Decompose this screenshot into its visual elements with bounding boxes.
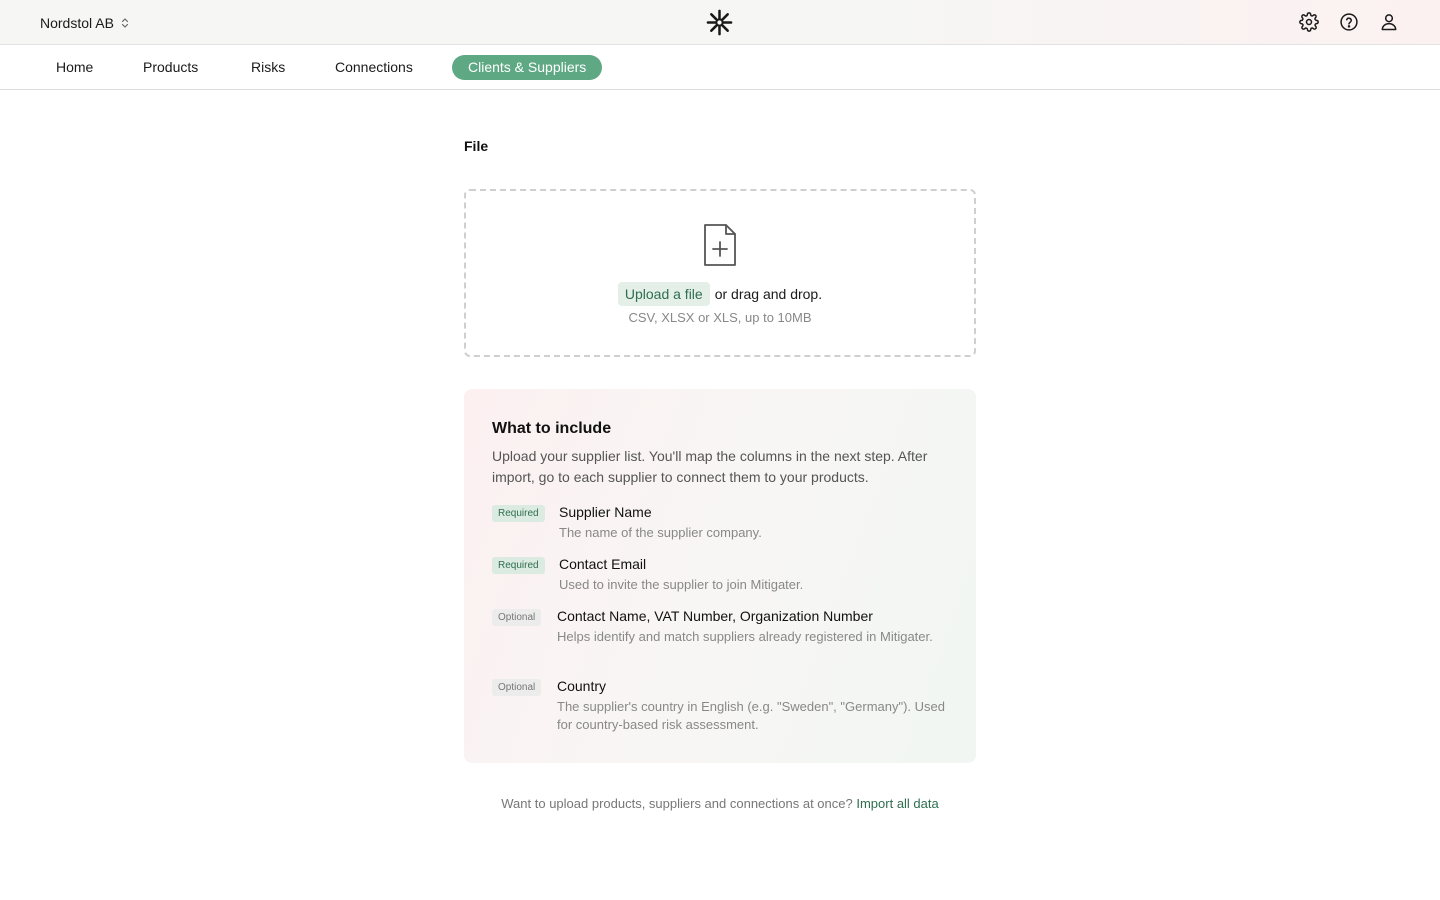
file-plus-icon [704,224,736,266]
drag-drop-text: or drag and drop. [714,286,823,302]
field-description: The name of the supplier company. [559,525,762,540]
upload-row: Upload a file or drag and drop. [466,282,974,306]
user-icon [1381,14,1397,31]
top-bar: Nordstol AB [0,0,1440,45]
org-switcher[interactable]: Nordstol AB [40,12,130,34]
tab-home[interactable]: Home [40,55,109,80]
help-icon [1340,13,1358,31]
file-dropzone[interactable]: Upload a file or drag and drop. CSV, XLS… [464,189,976,357]
optional-badge: Optional [492,609,542,626]
field-name: Contact Name, VAT Number, Organization N… [557,608,873,624]
upload-file-button[interactable]: Upload a file [617,282,710,306]
field-description: Helps identify and match suppliers alrea… [557,629,933,644]
required-badge: Required [492,557,545,574]
tab-products[interactable]: Products [127,55,214,80]
tab-risks[interactable]: Risks [235,55,301,80]
tab-clients-suppliers[interactable]: Clients & Suppliers [452,55,603,80]
optional-badge: Optional [492,679,542,696]
what-to-include-card: What to include Upload your supplier lis… [464,389,976,763]
import-all-note: Want to upload products, suppliers and c… [464,796,976,811]
help-button[interactable] [1338,11,1360,33]
logo-mark[interactable] [706,9,733,36]
file-type-hint: CSV, XLSX or XLS, up to 10MB [628,310,812,325]
field-description: Used to invite the supplier to join Miti… [559,577,804,592]
section-title: File [464,138,489,154]
chevron-updown-icon [121,18,129,28]
footer-text: Want to upload products, suppliers and c… [501,796,853,811]
field-name: Supplier Name [559,504,652,520]
required-badge: Required [492,505,545,522]
field-name: Contact Email [559,556,647,572]
tab-connections[interactable]: Connections [319,55,429,80]
settings-icon [1299,12,1319,32]
field-description: The supplier's country in English (e.g. … [557,699,946,732]
import-all-data-link[interactable]: Import all data [856,796,938,811]
org-name: Nordstol AB [40,15,114,31]
main-nav: Home Products Risks Connections Clients … [0,45,1440,90]
include-description: Upload your supplier list. You'll map th… [492,448,928,485]
settings-button[interactable] [1298,11,1320,33]
user-button[interactable] [1378,11,1400,33]
field-name: Country [557,678,607,694]
include-title: What to include [492,420,612,437]
